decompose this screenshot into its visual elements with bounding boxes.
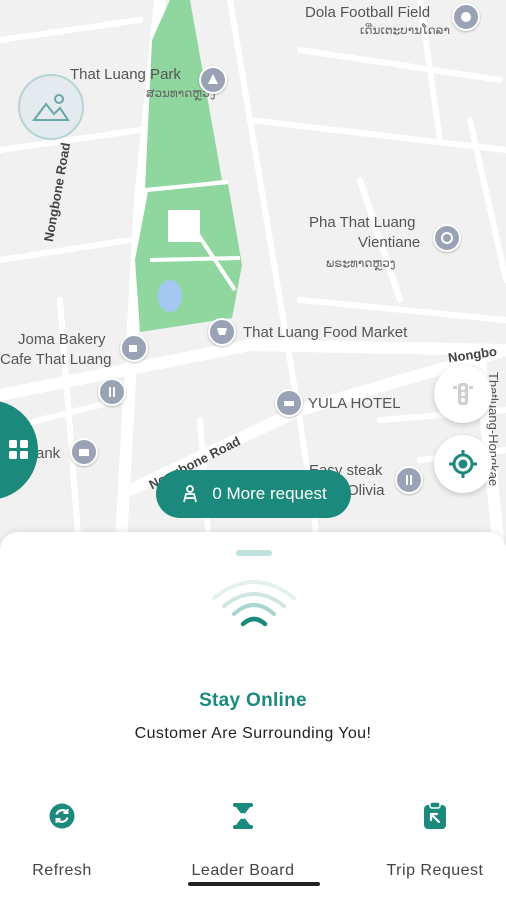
map-label-dola: Dola Football Field: [305, 4, 431, 21]
nav-refresh[interactable]: Refresh: [28, 800, 96, 880]
park-poi-icon[interactable]: [199, 66, 227, 94]
map-label-joma: Joma Bakery: [18, 331, 106, 348]
hotel-poi-icon[interactable]: [275, 389, 303, 417]
map-label-food-market: That Luang Food Market: [243, 324, 408, 341]
map-label-bank: ank: [36, 445, 61, 462]
market-poi-icon[interactable]: [208, 318, 236, 346]
image-placeholder-icon: [32, 94, 70, 121]
stay-online-subtitle: Customer Are Surrounding You!: [134, 725, 372, 742]
profile-avatar[interactable]: [18, 74, 84, 140]
nav-leader-board-label: Leader Board: [191, 862, 295, 879]
refresh-icon: [46, 800, 78, 832]
traffic-light-icon: [453, 383, 473, 405]
stadium-poi-icon[interactable]: [452, 3, 480, 31]
online-signal-icon: [212, 580, 296, 627]
map-label-vientiane: Vientiane: [358, 234, 421, 251]
crosshair-location-icon: [449, 450, 477, 478]
bank-poi-icon[interactable]: [70, 438, 98, 466]
clipboard-arrow-icon: [419, 800, 451, 832]
nav-refresh-label: Refresh: [32, 862, 92, 879]
driver-seat-icon: [183, 485, 198, 503]
nav-leader-board[interactable]: Leader Board: [186, 800, 300, 880]
more-request-label: 0 More request: [212, 484, 327, 503]
map-label-yula: YULA HOTEL: [308, 395, 401, 412]
map-view[interactable]: Dola Football Field ເດີ່ນເຕະບານໂດລາ That…: [0, 0, 506, 560]
traffic-light-button[interactable]: [434, 365, 492, 423]
nav-trip-request[interactable]: Trip Request: [381, 800, 489, 880]
steak-poi-icon[interactable]: [395, 466, 423, 494]
map-label-pha-that-luang: Pha That Luang: [309, 214, 416, 231]
home-indicator: [188, 882, 320, 886]
temple-poi-icon[interactable]: [433, 224, 461, 252]
map-label-pha-that-luang-lao: ພຣະທາດຫຼວງ: [326, 256, 396, 270]
nav-trip-request-label: Trip Request: [386, 862, 484, 879]
sheet-drag-handle[interactable]: [236, 550, 272, 556]
my-location-button[interactable]: [434, 435, 492, 493]
status-bottom-sheet: Stay Online Customer Are Surrounding You…: [0, 532, 506, 900]
hourglass-icon: [227, 800, 259, 832]
map-label-cafe: Cafe That Luang: [0, 351, 112, 368]
restaurant-poi-icon[interactable]: [98, 378, 126, 406]
map-label-olivia: Olivia: [347, 482, 385, 499]
map-label-dola-lao: ເດີ່ນເຕະບານໂດລາ: [360, 23, 450, 37]
stay-online-title: Stay Online: [199, 690, 307, 711]
more-request-button[interactable]: 0 More request: [156, 470, 351, 518]
grid-menu-icon: [9, 440, 28, 459]
cafe-poi-icon[interactable]: [120, 334, 148, 362]
map-label-that-luang-park: That Luang Park: [70, 66, 181, 83]
